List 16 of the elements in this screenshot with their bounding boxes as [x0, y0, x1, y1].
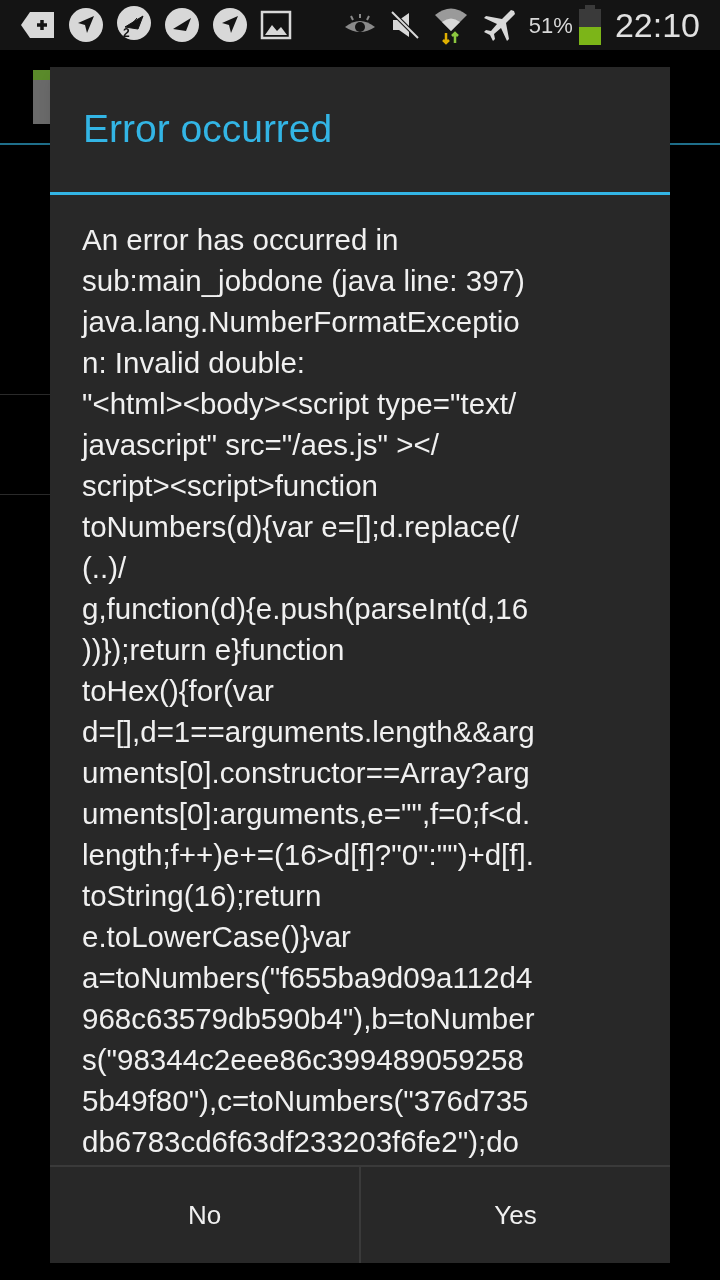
navigation-icon [68, 7, 104, 43]
battery-icon [576, 5, 603, 45]
dialog-button[interactable]: No [50, 1167, 359, 1263]
paper-planes-icon [164, 7, 200, 43]
navigation-icon [212, 7, 248, 43]
notification-count: 2 [123, 27, 130, 39]
error-message: An error has occurred in sub:main_jobdone (java line: 397) java.lang.NumberFormatExceptio n: Invalid double: "<html><body><script type="text/ javascript" src="/aes.js" ></ script><script>function toNumbers(d){var e=[];d.replace(/ (..)/ g,function(d){e.push(parseInt(d,16 ))});return e}function toHex(){for(var d=[],d=1==arguments.length&&arg uments[0].constructor==Array?arg uments[0]:arguments,e="",f=0;f<d. length;f++)e+=(16>d[f]?"0":"")+d[f]. toString(16);return e.toLowerCase()}var a=toNumbers("f655ba9d09a112d4 968c63579db590b4"),b=toNumber s("98344c2eee86c399489059258 5b49f80"),c=toNumbers("376d735 db6783cd6f63df233203f6fe2");do [80, 222, 536, 1160]
dialog-title: Error occurred [83, 106, 333, 153]
paper-planes-icon [116, 5, 152, 41]
battery-percentage: 51% [528, 11, 573, 40]
clock: 22:10 [614, 8, 700, 42]
dialog-button[interactable]: Yes [359, 1167, 670, 1263]
muted-speaker-icon [388, 9, 421, 41]
app-icon [33, 69, 51, 124]
image-icon [260, 10, 292, 40]
plus-tag-icon [20, 10, 56, 40]
